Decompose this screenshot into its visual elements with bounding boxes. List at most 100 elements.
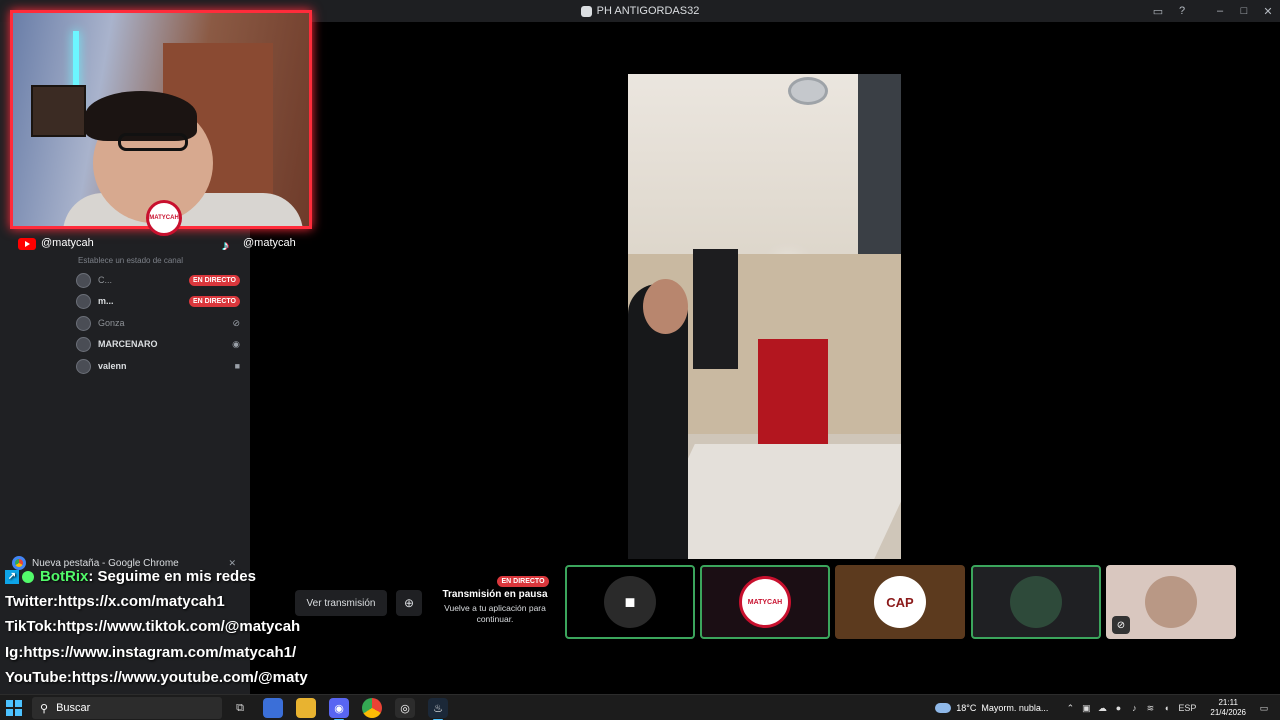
screen: PH ANTIGORDAS32 ▭ ? – □ ✕ Establece un e… (0, 0, 1280, 720)
tiktok-icon: ♪ (222, 237, 229, 253)
inbox-icon[interactable]: ▭ (1146, 0, 1170, 22)
mic-off-icon: ⊘ (232, 317, 240, 328)
popout-icon[interactable]: ⊕ (396, 590, 422, 616)
tile-label: CAP (886, 594, 914, 610)
channel-status-hint[interactable]: Establece un estado de canal (78, 256, 183, 265)
chat-username: BotRix (40, 568, 89, 585)
avatar (1145, 576, 1197, 628)
volume-icon-2[interactable]: ◖ (1158, 703, 1174, 713)
help-icon[interactable]: ? (1170, 0, 1194, 22)
wifi-icon[interactable]: ≋ (1142, 703, 1158, 714)
search-placeholder: Buscar (56, 702, 91, 714)
stream-video[interactable] (628, 74, 901, 559)
participant-name: MARCENARO (98, 339, 158, 349)
live-badge: EN DIRECTO (188, 274, 240, 286)
bot-icon: ↗ (5, 570, 19, 585)
volume-icon[interactable]: ♪ (1126, 703, 1142, 713)
chat-line: YouTube:https://www.youtube.com/@maty (5, 669, 308, 686)
chrome-tab-label: Nueva pestaña - Google Chrome (32, 557, 179, 569)
window-title-text: PH ANTIGORDAS32 (596, 5, 700, 17)
avatar: ■ (604, 576, 656, 628)
discord-taskbar-icon[interactable]: ◉ (329, 698, 349, 720)
paused-subtitle: Vuelve a tu aplicación para continuar. (444, 603, 546, 624)
chat-line: Twitter:https://x.com/matycah1 (5, 593, 225, 610)
webcam-overlay (10, 10, 312, 229)
mic-off-icon: ⊘ (1112, 616, 1130, 634)
chat-line: TikTok:https://www.tiktok.com/@matycah (5, 618, 301, 635)
video-camera-icon: ■ (624, 591, 636, 612)
clock[interactable]: 21:11 21/4/2026 (1210, 698, 1246, 718)
clock-date: 21/4/2026 (1210, 708, 1246, 717)
participant-name: m... (98, 296, 114, 306)
clock-time: 21:11 (1218, 698, 1238, 707)
avatar: CAP (874, 576, 926, 628)
obs-icon[interactable]: ◎ (395, 698, 415, 718)
copilot-icon[interactable] (263, 698, 283, 718)
close-button[interactable]: ✕ (1256, 0, 1280, 22)
weather-widget[interactable]: 18°C Mayorm. nubla... (935, 703, 1048, 713)
tiktok-handle: @matycah (243, 237, 296, 249)
tray-app-icon[interactable]: ▣ (1078, 703, 1094, 714)
avatar (76, 272, 91, 288)
view-stream-button[interactable]: Ver transmisión (295, 590, 387, 616)
participant-name: Gonza (98, 318, 125, 328)
participant-tile-cap[interactable]: CAP (835, 565, 965, 639)
maximize-button[interactable]: □ (1232, 0, 1256, 22)
logo-text: MATYCAH (149, 215, 179, 221)
participant-2[interactable]: m... EN DIRECTO (76, 292, 240, 310)
verified-icon (22, 571, 34, 584)
weather-temp: 18°C (956, 703, 977, 713)
file-explorer-icon[interactable] (296, 698, 316, 718)
start-button[interactable] (6, 700, 22, 716)
tile-label: MATYCAH (747, 598, 783, 606)
cloud-sync-icon[interactable]: ☁ (1094, 703, 1110, 714)
participant-5[interactable]: valenn ■ (76, 357, 240, 375)
scene-menu-board (693, 249, 738, 369)
close-icon[interactable]: ✕ (228, 558, 236, 569)
cloud-icon (935, 703, 952, 713)
participant-tile-matycah[interactable]: MATYCAH (700, 565, 830, 639)
language-indicator[interactable]: ESP (1174, 703, 1200, 713)
social-handles: @matycah ♪ @matycah (18, 236, 318, 253)
live-badge: EN DIRECTO (497, 576, 549, 587)
participant-tile-camera[interactable]: ■ (565, 565, 695, 639)
youtube-icon (18, 238, 36, 250)
activity-icon: ◉ (232, 338, 240, 349)
scene-person-head (643, 279, 688, 334)
discord-icon (580, 5, 592, 17)
live-badge: EN DIRECTO (188, 295, 240, 307)
window-controls: ▭ ? – □ ✕ (1146, 0, 1280, 22)
youtube-handle: @matycah (41, 237, 94, 249)
avatar (76, 293, 91, 309)
search-icon: ⚲ (40, 702, 49, 715)
task-view-icon[interactable]: ⧉ (230, 698, 250, 718)
minimize-button[interactable]: – (1208, 0, 1232, 22)
wall-picture (31, 85, 86, 137)
taskbar-search[interactable]: ⚲ Buscar (32, 697, 222, 719)
camera-icon: ■ (234, 361, 240, 371)
chat-message-header: ↗ BotRix: Seguime en mis redes (5, 568, 256, 585)
matycah-logo: MATYCAH (146, 200, 182, 236)
notifications-icon[interactable]: ▭ (1256, 703, 1272, 714)
participant-name: C... (98, 275, 113, 285)
participant-1[interactable]: C... EN DIRECTO (76, 271, 240, 289)
participant-tile-player[interactable] (971, 565, 1101, 639)
chevron-up-icon[interactable]: ⌃ (1062, 703, 1078, 714)
paused-notice: EN DIRECTO Transmisión en pausa Vuelve a… (436, 570, 554, 625)
streamer-glasses (118, 133, 188, 151)
avatar (76, 358, 91, 374)
window-title: PH ANTIGORDAS32 (580, 5, 700, 17)
participant-4[interactable]: MARCENARO ◉ (76, 335, 240, 353)
avatar: MATYCAH (739, 576, 791, 628)
chrome-taskbar-icon[interactable] (362, 698, 382, 718)
participant-3[interactable]: Gonza ⊘ (76, 314, 240, 332)
participant-name: valenn (98, 361, 127, 371)
microphone-icon[interactable]: ● (1110, 703, 1126, 713)
windows-taskbar: ⚲ Buscar ⧉ ◉ ◎ ♨ 18°C Mayorm. nubla... ⌃… (0, 694, 1280, 720)
chat-message: : Seguime en mis redes (88, 568, 256, 585)
participant-tile-user[interactable]: ⊘ (1106, 565, 1236, 639)
avatar (76, 315, 91, 331)
avatar (1010, 576, 1062, 628)
scene-fan (788, 77, 828, 105)
steam-icon[interactable]: ♨ (428, 698, 448, 720)
